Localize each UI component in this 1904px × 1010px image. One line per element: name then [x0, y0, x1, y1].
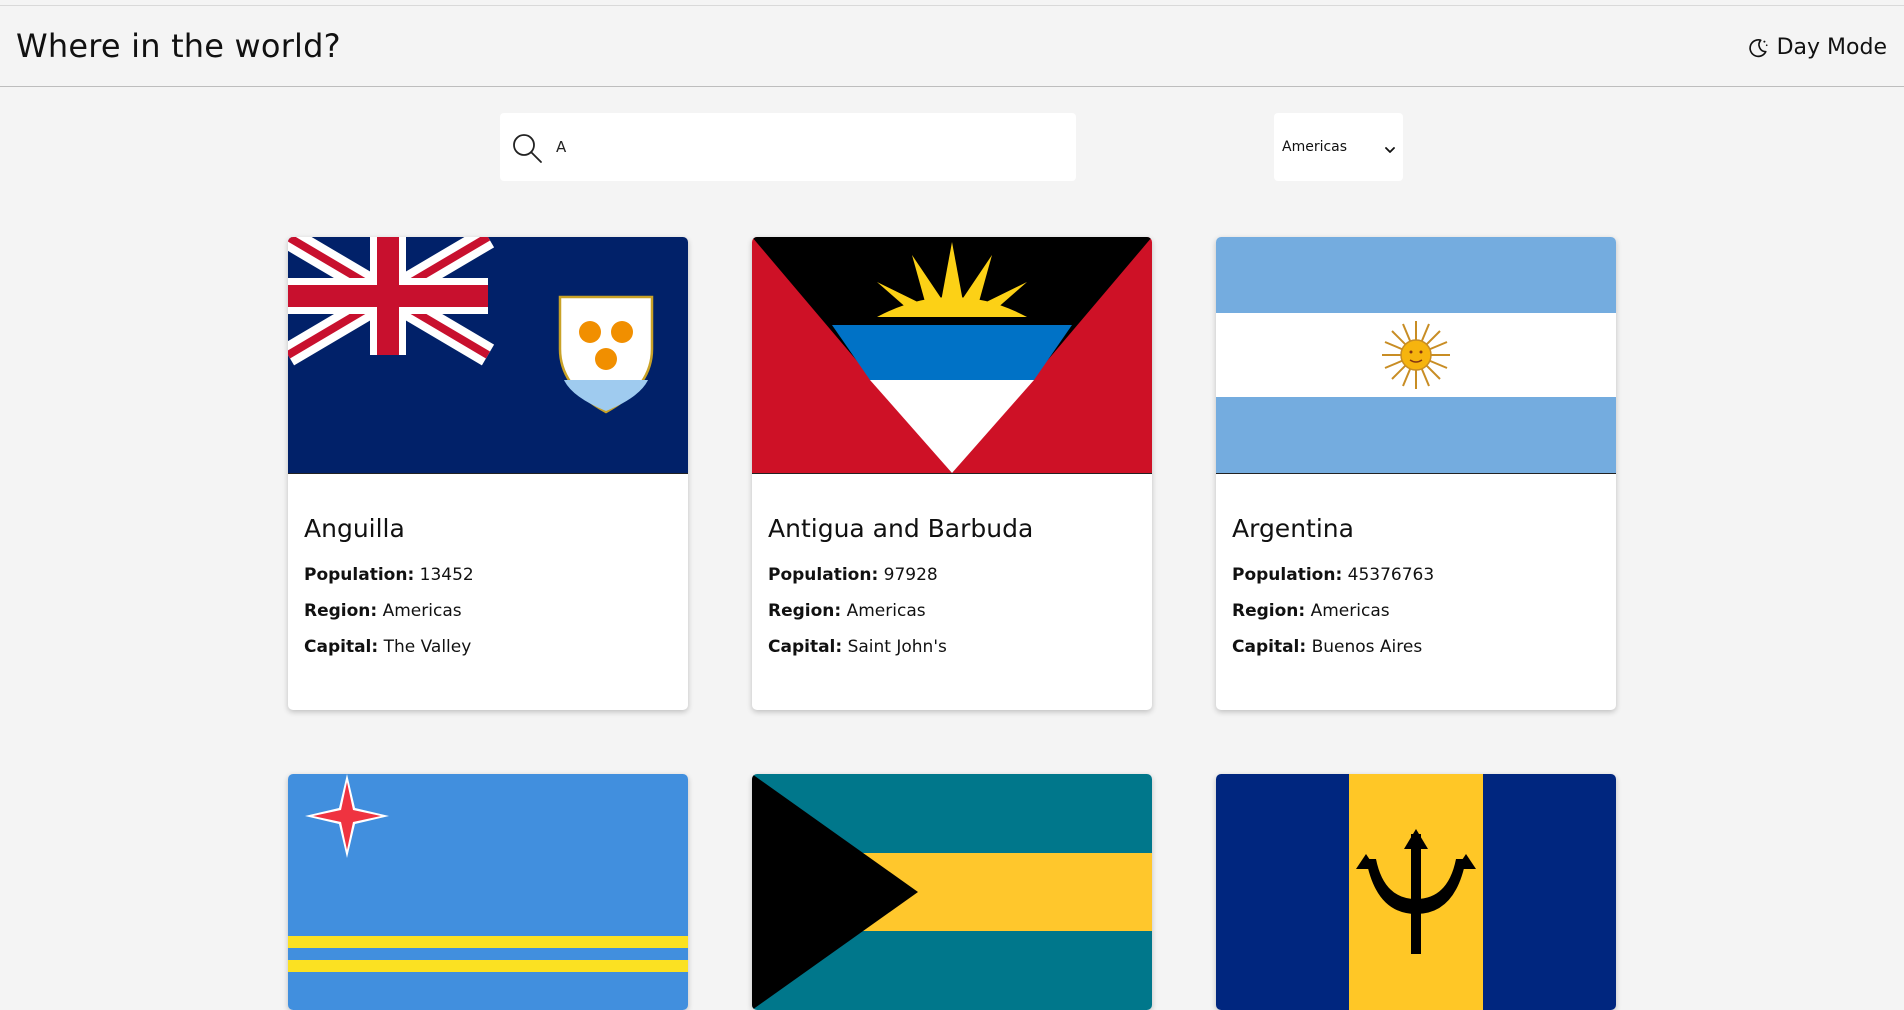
- region-value: Americas: [1310, 601, 1390, 621]
- capital-row: Capital: Saint John's: [768, 637, 1136, 657]
- chevron-down-icon: [1385, 142, 1395, 158]
- capital-row: Capital: The Valley: [304, 637, 672, 657]
- country-card[interactable]: [752, 774, 1152, 1010]
- top-header: Where in the world? Day Mode: [0, 5, 1904, 87]
- population-value: 97928: [883, 565, 938, 585]
- capital-value: The Valley: [383, 637, 472, 657]
- bahamas-flag: [752, 774, 1152, 1010]
- region-row: Region: Americas: [304, 601, 672, 621]
- country-card[interactable]: [288, 774, 688, 1010]
- population-row: Population: 45376763: [1232, 565, 1600, 585]
- aruba-flag: [288, 774, 688, 1010]
- country-card[interactable]: Antigua and Barbuda Population: 97928 Re…: [752, 237, 1152, 710]
- region-label: Region:: [304, 601, 378, 621]
- argentina-flag: [1216, 237, 1616, 473]
- moon-icon: [1747, 37, 1769, 59]
- country-name: Anguilla: [304, 514, 405, 543]
- country-card[interactable]: Anguilla Population: 13452 Region: Ameri…: [288, 237, 688, 710]
- antigua-flag: [752, 237, 1152, 473]
- country-card[interactable]: [1216, 774, 1616, 1010]
- search-box[interactable]: [500, 113, 1076, 181]
- capital-label: Capital:: [304, 637, 379, 657]
- population-label: Population:: [768, 565, 879, 585]
- population-label: Population:: [1232, 565, 1343, 585]
- capital-value: Buenos Aires: [1311, 637, 1423, 657]
- region-row: Region: Americas: [768, 601, 1136, 621]
- search-icon: [510, 131, 544, 165]
- population-label: Population:: [304, 565, 415, 585]
- search-input[interactable]: [554, 127, 1054, 167]
- country-card[interactable]: Argentina Population: 45376763 Region: A…: [1216, 237, 1616, 710]
- capital-value: Saint John's: [847, 637, 947, 657]
- region-value: Americas: [846, 601, 926, 621]
- anguilla-flag: [288, 237, 688, 473]
- theme-toggle-button[interactable]: Day Mode: [1747, 35, 1887, 60]
- region-row: Region: Americas: [1232, 601, 1600, 621]
- region-value: Americas: [382, 601, 462, 621]
- population-row: Population: 13452: [304, 565, 672, 585]
- region-label: Region:: [768, 601, 842, 621]
- page-title: Where in the world?: [16, 27, 341, 65]
- population-value: 13452: [419, 565, 474, 585]
- country-name: Antigua and Barbuda: [768, 514, 1034, 543]
- country-name: Argentina: [1232, 514, 1354, 543]
- capital-label: Capital:: [768, 637, 843, 657]
- theme-toggle-label: Day Mode: [1776, 35, 1887, 60]
- population-value: 45376763: [1347, 565, 1435, 585]
- region-label: Region:: [1232, 601, 1306, 621]
- population-row: Population: 97928: [768, 565, 1136, 585]
- capital-row: Capital: Buenos Aires: [1232, 637, 1600, 657]
- capital-label: Capital:: [1232, 637, 1307, 657]
- region-filter-value: Americas: [1282, 139, 1348, 155]
- barbados-flag: [1216, 774, 1616, 1010]
- region-filter-select[interactable]: Americas: [1274, 113, 1403, 181]
